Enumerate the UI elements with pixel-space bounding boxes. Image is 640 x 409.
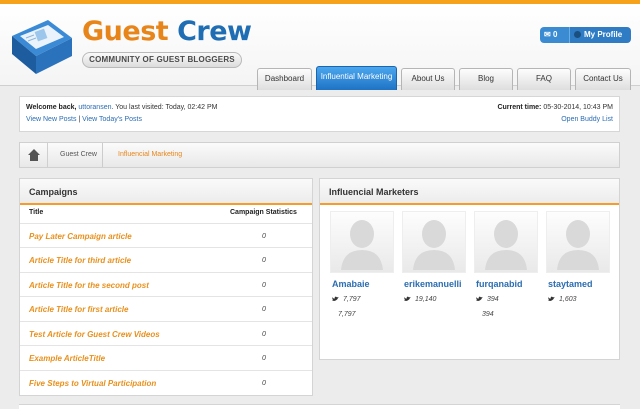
tab-faq[interactable]: FAQ <box>517 68 571 90</box>
logo-word-guest: Guest <box>82 16 169 47</box>
view-todays-posts-link[interactable]: View Today's Posts <box>82 116 142 123</box>
campaign-stat: 0 <box>262 380 266 387</box>
main-nav: Dashboard Influential Marketing About Us… <box>0 66 640 90</box>
follower-count-secondary: 7,797 <box>338 311 356 318</box>
username-link[interactable]: uttoransen <box>78 104 111 111</box>
twitter-icon <box>548 296 555 301</box>
avatar[interactable] <box>546 211 610 273</box>
follower-count: 7,797 <box>332 296 361 303</box>
table-row: Article Title for third article 0 <box>20 247 312 271</box>
breadcrumb-guest-crew[interactable]: Guest Crew <box>60 151 97 158</box>
twitter-icon <box>476 296 483 301</box>
avatar[interactable] <box>330 211 394 273</box>
campaign-stat: 0 <box>262 282 266 289</box>
campaigns-title: Campaigns <box>20 179 312 205</box>
tagline: COMMUNITY OF GUEST BLOGGERS <box>82 52 242 68</box>
breadcrumb-separator <box>102 143 103 167</box>
tab-about-us[interactable]: About Us <box>401 68 455 90</box>
twitter-icon <box>404 296 411 301</box>
my-profile-label: My Profile <box>584 30 623 39</box>
campaign-link[interactable]: Five Steps to Virtual Participation <box>29 379 156 388</box>
notifications-button[interactable]: ✉ 0 <box>540 27 569 43</box>
follower-count: 1,603 <box>548 296 577 303</box>
marketer-name[interactable]: furqanabid <box>476 279 523 289</box>
twitter-icon <box>332 296 339 301</box>
welcome-bar: Welcome back, uttoransen. You last visit… <box>19 96 620 132</box>
welcome-text: Welcome back, uttoransen. You last visit… <box>26 104 218 111</box>
campaign-stat: 0 <box>262 306 266 313</box>
marketers-title: Influencial Marketers <box>320 179 619 205</box>
notifications-count: 0 <box>552 30 558 39</box>
campaign-link[interactable]: Article Title for the second post <box>29 281 149 290</box>
user-icon <box>574 31 581 38</box>
follower-count: 394 <box>476 296 499 303</box>
campaigns-panel: Campaigns Title Campaign Statistics Pay … <box>19 178 313 396</box>
campaign-link[interactable]: Article Title for first article <box>29 305 128 314</box>
default-avatar-icon <box>557 220 599 270</box>
table-row: Article Title for the second post 0 <box>20 272 312 296</box>
marketers-panel: Influencial Marketers Amabaie 7,797 7,79… <box>319 178 620 360</box>
campaign-link[interactable]: Example ArticleTitle <box>29 354 105 363</box>
campaign-stat: 0 <box>262 355 266 362</box>
col-campaign-statistics: Campaign Statistics <box>230 209 297 216</box>
table-row: Article Title for first article 0 <box>20 296 312 320</box>
tab-dashboard[interactable]: Dashboard <box>257 68 312 90</box>
home-icon <box>28 149 40 161</box>
marketer-card: Amabaie 7,797 7,797 <box>330 211 394 318</box>
campaign-stat: 0 <box>262 257 266 264</box>
marketer-card: erikemanuelli 19,140 <box>402 211 466 303</box>
marketer-name[interactable]: Amabaie <box>332 279 370 289</box>
breadcrumb: Guest Crew Influencial Marketing <box>19 142 620 168</box>
marketer-card: furqanabid 394 394 <box>474 211 538 318</box>
tab-blog[interactable]: Blog <box>459 68 513 90</box>
current-time: Current time: 05-30-2014, 10:43 PM <box>497 104 613 111</box>
marketer-name[interactable]: staytamed <box>548 279 593 289</box>
marketer-card: staytamed 1,603 <box>546 211 610 303</box>
home-button[interactable] <box>20 143 48 167</box>
table-row: Example ArticleTitle 0 <box>20 345 312 369</box>
table-row: Test Article for Guest Crew Videos 0 <box>20 321 312 345</box>
quick-links: View New Posts | View Today's Posts <box>26 116 143 123</box>
campaign-stat: 0 <box>262 331 266 338</box>
my-profile-button[interactable]: My Profile <box>569 27 631 43</box>
default-avatar-icon <box>485 220 527 270</box>
view-new-posts-link[interactable]: View New Posts <box>26 116 76 123</box>
marketer-name[interactable]: erikemanuelli <box>404 279 462 289</box>
default-avatar-icon <box>413 220 455 270</box>
follower-count: 19,140 <box>404 296 436 303</box>
notifications-icon: ✉ <box>544 30 551 39</box>
campaign-link[interactable]: Pay Later Campaign article <box>29 232 132 241</box>
follower-count-secondary: 394 <box>482 311 494 318</box>
table-row: Pay Later Campaign article 0 <box>20 223 312 247</box>
breadcrumb-current: Influencial Marketing <box>118 151 183 158</box>
table-row: Five Steps to Virtual Participation 0 <box>20 370 312 394</box>
campaign-link[interactable]: Article Title for third article <box>29 256 131 265</box>
col-title: Title <box>29 209 44 216</box>
avatar[interactable] <box>402 211 466 273</box>
tab-influential-marketing[interactable]: Influential Marketing <box>316 66 397 90</box>
logo-wordmark[interactable]: Guest Crew <box>82 16 252 47</box>
tab-contact-us[interactable]: Contact Us <box>575 68 631 90</box>
campaign-link[interactable]: Test Article for Guest Crew Videos <box>29 330 160 339</box>
site-header: Guest Crew COMMUNITY OF GUEST BLOGGERS ✉… <box>0 4 640 90</box>
logo-word-crew: Crew <box>177 16 252 47</box>
footer-edge <box>19 404 620 409</box>
avatar[interactable] <box>474 211 538 273</box>
default-avatar-icon <box>341 220 383 270</box>
open-buddy-list-link[interactable]: Open Buddy List <box>561 116 613 123</box>
campaign-stat: 0 <box>262 233 266 240</box>
